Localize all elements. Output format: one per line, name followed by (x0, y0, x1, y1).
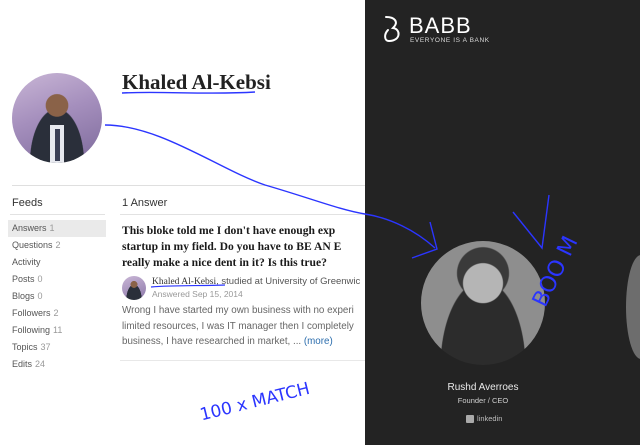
feed-item-answers[interactable]: Answers 1 (8, 220, 106, 237)
feed-item-topics[interactable]: Topics 37 (8, 339, 106, 356)
brand-tagline: EVERYONE IS A BANK (410, 37, 490, 44)
answer-bottom-divider (120, 360, 365, 361)
answer-author-credential: , studied at University of Greenwic (216, 276, 361, 287)
answer-author-avatar[interactable] (122, 276, 146, 300)
match-annotation: 100 x MATCH (198, 378, 312, 426)
feed-item-edits[interactable]: Edits 24 (8, 356, 106, 373)
founder-photo (421, 241, 545, 365)
feed-item-activity[interactable]: Activity (8, 254, 106, 271)
answer-line: limited resources, I was IT manager then… (122, 320, 354, 332)
name-underline-annotation (121, 91, 256, 94)
answers-divider (120, 214, 365, 215)
profile-avatar[interactable] (12, 73, 102, 163)
feeds-list: Answers 1 Questions 2 Activity Posts 0 Blog… (8, 220, 106, 373)
linkedin-link[interactable]: linkedin (477, 414, 502, 423)
company-panel (365, 0, 640, 445)
answer-count: 1 Answer (122, 197, 168, 209)
feed-item-posts[interactable]: Posts 0 (8, 271, 106, 288)
founder-role: Founder / CEO (457, 396, 509, 405)
feeds-divider (10, 214, 105, 215)
answer-body: Wrong I have started my own business wit… (122, 303, 365, 350)
babb-logo-icon (384, 16, 400, 43)
linkedin-icon[interactable] (466, 415, 474, 423)
feed-item-followers[interactable]: Followers 2 (8, 305, 106, 322)
answer-line: business, I have researched in market, .… (122, 336, 304, 347)
question-line: startup in my field. Do you have to BE A… (122, 240, 342, 253)
question-line: This bloke told me I don't have enough e… (122, 224, 336, 237)
feed-item-questions[interactable]: Questions 2 (8, 237, 106, 254)
founder-name: Rushd Averroes (447, 382, 519, 393)
question-line: really make a nice dent in it? Is this t… (122, 256, 327, 269)
question-title[interactable]: This bloke told me I don't have enough e… (122, 223, 365, 271)
more-link[interactable]: (more) (304, 336, 333, 347)
section-divider (12, 185, 365, 186)
avatar-tie (55, 129, 60, 161)
brand-name: BABB (409, 13, 472, 38)
answer-line: Wrong I have started my own business wit… (122, 305, 354, 316)
feeds-title: Feeds (12, 197, 43, 209)
feed-item-following[interactable]: Following 11 (8, 322, 106, 339)
answered-date: Answered Sep 15, 2014 (152, 289, 243, 299)
feed-item-blogs[interactable]: Blogs 0 (8, 288, 106, 305)
